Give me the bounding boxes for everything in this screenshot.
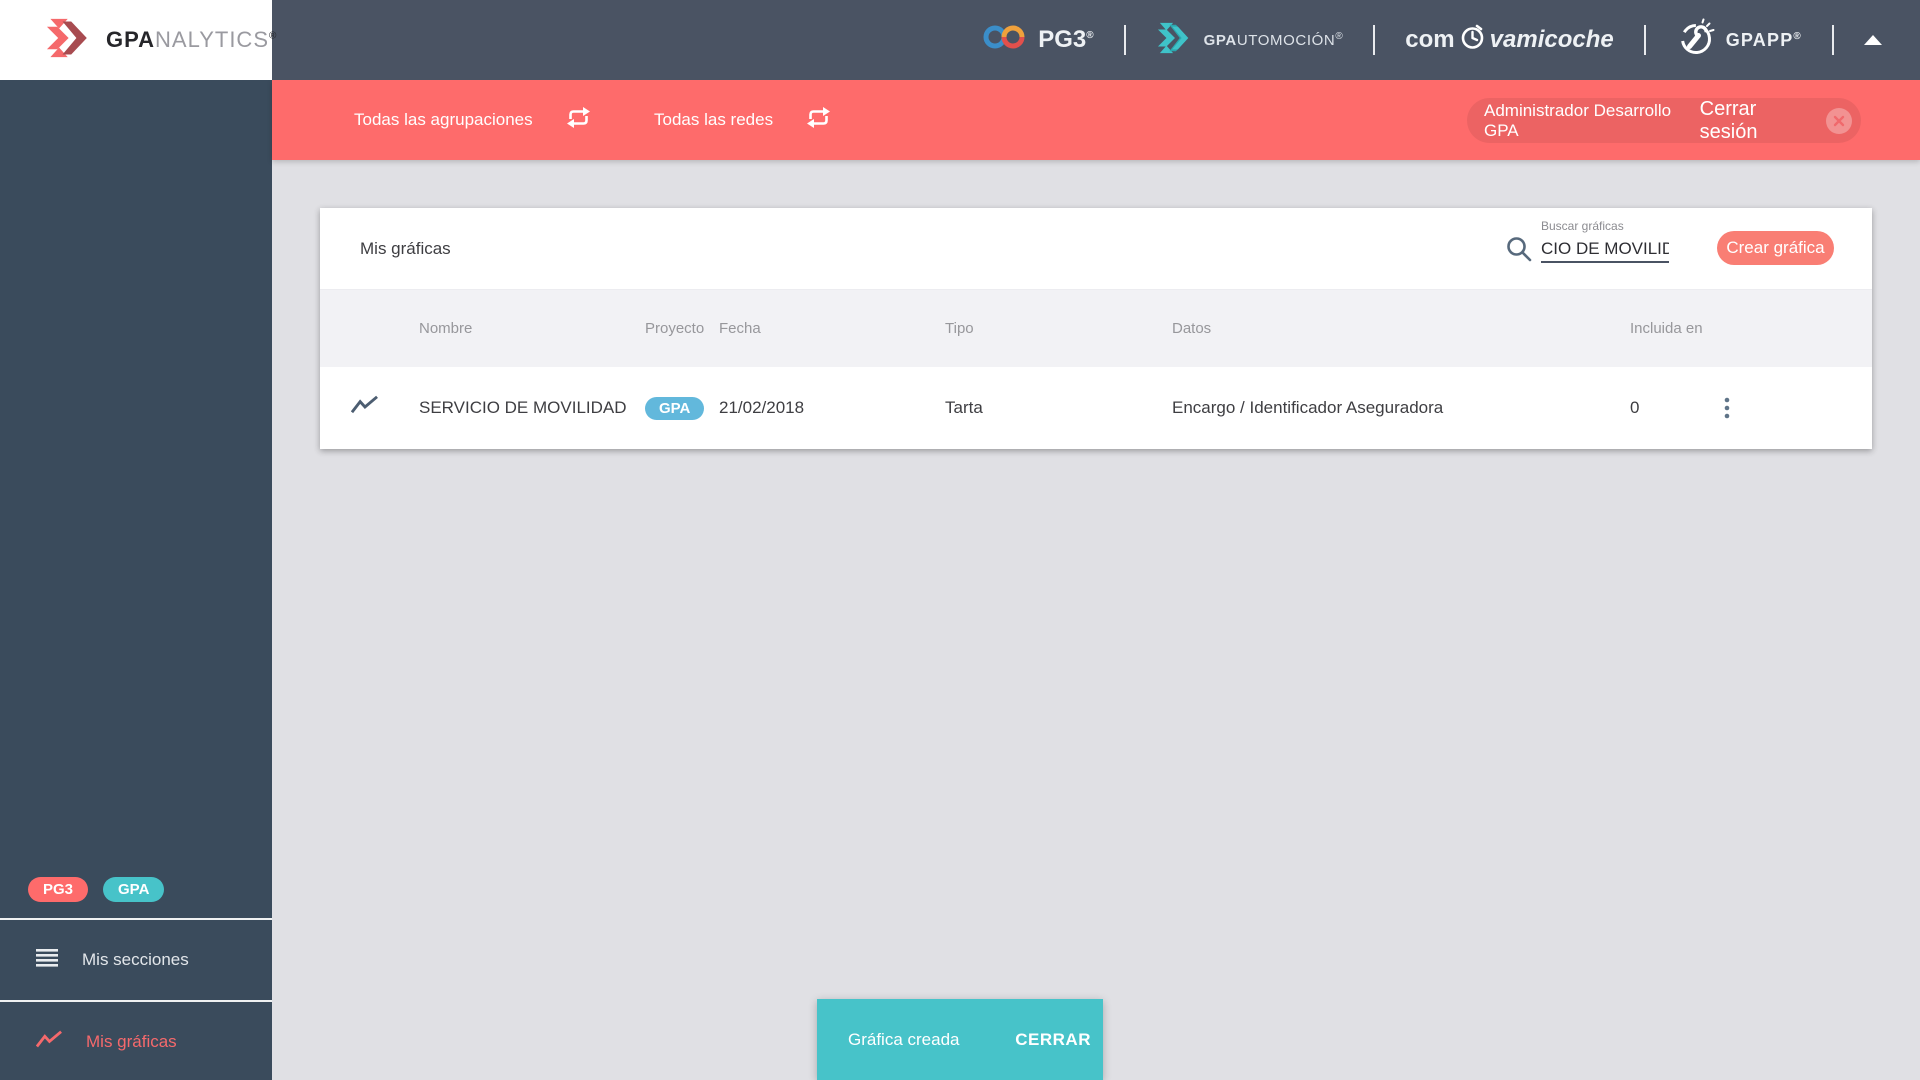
sidebar-item-label: Mis gráficas: [86, 1032, 177, 1051]
app-root: GPANALYTICS® PG3® GPAUTOMOCIÓN® com vami…: [0, 0, 1920, 1080]
create-graph-button[interactable]: Crear gráfica: [1717, 231, 1834, 265]
toast-close-button[interactable]: CERRAR: [1015, 1030, 1103, 1050]
column-header-incluida-en: Incluida en: [1630, 320, 1703, 337]
close-session-icon[interactable]: [1826, 107, 1852, 134]
table-header-row: Nombre Proyecto Fecha Tipo Datos Incluid…: [320, 289, 1872, 367]
card-header: Mis gráficas Buscar gráficas CIO DE MOVI…: [320, 208, 1872, 289]
cell-name: SERVICIO DE MOVILIDAD: [419, 398, 627, 417]
sidebar-item-label: Mis secciones: [82, 950, 189, 969]
search-input-label: Buscar gráficas: [1541, 219, 1624, 233]
gpanalytics-arrow-icon: [40, 16, 92, 65]
page-title: Mis gráficas: [360, 238, 451, 258]
session-pill: Administrador Desarrollo GPA Cerrar sesi…: [1467, 98, 1861, 143]
logout-button[interactable]: Cerrar sesión: [1700, 98, 1814, 144]
column-header-fecha: Fecha: [719, 320, 761, 337]
table-row[interactable]: SERVICIO DE MOVILIDAD GPA 21/02/2018 Tar…: [320, 367, 1872, 449]
pg3-infinity-icon: [982, 22, 1028, 59]
clock-icon: [1459, 23, 1486, 57]
row-chart-type-icon: [350, 395, 419, 421]
current-user-label[interactable]: Administrador Desarrollo GPA: [1484, 101, 1700, 141]
logo-separator: [1373, 25, 1376, 55]
swap-icon: [565, 105, 592, 135]
logo-separator: [1643, 25, 1646, 55]
logo-separator: [1123, 25, 1126, 55]
product-logos: PG3® GPAUTOMOCIÓN® com vamicoche GPAPP®: [982, 0, 1882, 80]
gpautomocion-arrow-icon: [1156, 20, 1194, 60]
toast-message: Gráfica creada: [848, 1029, 960, 1049]
logo-separator: [1832, 25, 1834, 55]
column-header-proyecto: Proyecto: [645, 320, 705, 337]
column-header-nombre: Nombre: [419, 320, 473, 337]
graphs-card: Mis gráficas Buscar gráficas CIO DE MOVI…: [320, 208, 1872, 449]
row-actions-kebab-icon[interactable]: [1718, 393, 1872, 423]
sidebar: PG3 GPA Mis secciones Mis gráficas: [0, 80, 272, 1080]
search-input-value: CIO DE MOVILIDAD: [1541, 238, 1669, 258]
groups-filter[interactable]: Todas las agrupaciones: [354, 80, 592, 160]
collapse-header-arrow-icon[interactable]: [1864, 35, 1882, 45]
networks-filter[interactable]: Todas las redes: [654, 80, 832, 160]
project-badge: GPA: [645, 396, 705, 420]
cell-date: 21/02/2018: [719, 398, 805, 417]
gpapp-logo[interactable]: GPAPP®: [1676, 18, 1802, 63]
search-icon[interactable]: [1505, 235, 1533, 268]
top-bar: GPANALYTICS® PG3® GPAUTOMOCIÓN® com vami…: [0, 0, 1920, 80]
cell-included-in: 0: [1630, 398, 1640, 417]
column-header-datos: Datos: [1172, 320, 1212, 337]
column-header-tipo: Tipo: [945, 320, 974, 337]
cell-data: Encargo / Identificador Aseguradora: [1172, 398, 1444, 417]
toast-snackbar: Gráfica creada CERRAR: [817, 999, 1103, 1080]
search-input[interactable]: Buscar gráficas CIO DE MOVILIDAD: [1541, 219, 1669, 263]
swap-icon: [805, 105, 832, 135]
gpanalytics-wordmark: GPANALYTICS®: [106, 27, 278, 52]
gpapp-wrench-icon: [1676, 18, 1716, 63]
sidebar-badges: PG3 GPA: [28, 877, 165, 902]
cell-type: Tarta: [945, 398, 983, 417]
badge-pg3[interactable]: PG3: [28, 877, 89, 902]
sidebar-item-mis-graficas[interactable]: Mis gráficas: [0, 1002, 272, 1080]
cell-project: GPA: [645, 396, 719, 420]
compravamicoche-logo[interactable]: com vamicoche: [1405, 23, 1614, 57]
gpanalytics-logo[interactable]: GPANALYTICS®: [0, 0, 276, 80]
badge-gpa[interactable]: GPA: [103, 877, 165, 902]
filter-bar: Todas las agrupaciones Todas las redes A…: [272, 80, 1920, 160]
line-chart-icon: [35, 1030, 62, 1055]
pg3-logo[interactable]: PG3®: [982, 22, 1094, 59]
sections-menu-icon: [36, 948, 58, 972]
gpautomocion-logo[interactable]: GPAUTOMOCIÓN®: [1156, 20, 1344, 60]
sidebar-item-mis-secciones[interactable]: Mis secciones: [0, 920, 272, 1000]
